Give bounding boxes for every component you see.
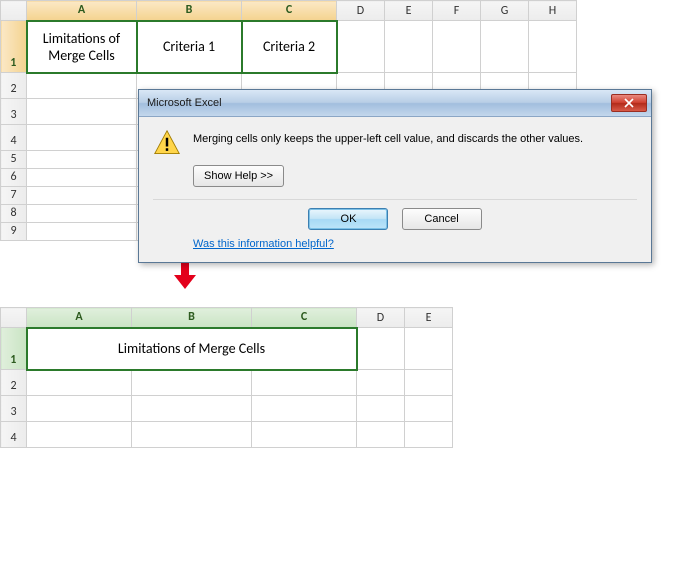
cell[interactable] <box>27 73 137 99</box>
cell[interactable] <box>252 396 357 422</box>
col-header-B[interactable]: B <box>137 1 242 21</box>
row-header-5[interactable]: 5 <box>1 151 27 169</box>
cell[interactable] <box>132 422 252 448</box>
cell[interactable] <box>27 396 132 422</box>
cell[interactable] <box>27 370 132 396</box>
cell[interactable] <box>405 370 453 396</box>
ok-button[interactable]: OK <box>308 208 388 230</box>
cancel-button[interactable]: Cancel <box>402 208 482 230</box>
col-header-C[interactable]: C <box>252 308 357 328</box>
cell[interactable] <box>405 422 453 448</box>
row-header-4[interactable]: 4 <box>1 422 27 448</box>
cell[interactable] <box>27 169 137 187</box>
cell-B1[interactable]: Criteria 1 <box>137 21 242 73</box>
cell[interactable] <box>27 151 137 169</box>
col-header-A[interactable]: A <box>27 308 132 328</box>
dialog-titlebar[interactable]: Microsoft Excel <box>139 90 651 117</box>
row-header-8[interactable]: 8 <box>1 205 27 223</box>
col-header-A[interactable]: A <box>27 1 137 21</box>
cell[interactable] <box>27 223 137 241</box>
grid-after[interactable]: A B C D E 1 Limitations of Merge Cells 2… <box>0 307 453 448</box>
col-header-D[interactable]: D <box>337 1 385 21</box>
row-header-2[interactable]: 2 <box>1 370 27 396</box>
cell[interactable] <box>27 125 137 151</box>
dialog-separator <box>153 199 637 200</box>
col-header-H[interactable]: H <box>529 1 577 21</box>
cell[interactable] <box>385 21 433 73</box>
merged-cell-A1C1[interactable]: Limitations of Merge Cells <box>27 328 357 370</box>
select-all-corner[interactable] <box>1 308 27 328</box>
cell[interactable] <box>357 396 405 422</box>
row-header-1[interactable]: 1 <box>1 328 27 370</box>
row-header-1[interactable]: 1 <box>1 21 27 73</box>
dialog-message: Merging cells only keeps the upper-left … <box>193 129 583 145</box>
col-header-E[interactable]: E <box>385 1 433 21</box>
dialog-body: Merging cells only keeps the upper-left … <box>139 117 651 262</box>
arrow-down-icon <box>170 259 200 293</box>
col-header-B[interactable]: B <box>132 308 252 328</box>
col-header-F[interactable]: F <box>433 1 481 21</box>
col-header-E[interactable]: E <box>405 308 453 328</box>
row-header-3[interactable]: 3 <box>1 99 27 125</box>
merge-warning-dialog: Microsoft Excel Merging cells only keeps… <box>138 89 652 263</box>
cell[interactable] <box>132 370 252 396</box>
dialog-title-text: Microsoft Excel <box>147 97 611 109</box>
cell[interactable] <box>357 328 405 370</box>
col-header-G[interactable]: G <box>481 1 529 21</box>
col-header-D[interactable]: D <box>357 308 405 328</box>
cell-C1[interactable]: Criteria 2 <box>242 21 337 73</box>
row-header-9[interactable]: 9 <box>1 223 27 241</box>
cell[interactable] <box>27 187 137 205</box>
row-header-3[interactable]: 3 <box>1 396 27 422</box>
cell[interactable] <box>433 21 481 73</box>
helpful-link[interactable]: Was this information helpful? <box>193 238 334 250</box>
close-icon <box>624 98 634 108</box>
cell[interactable] <box>27 99 137 125</box>
col-header-C[interactable]: C <box>242 1 337 21</box>
select-all-corner[interactable] <box>1 1 27 21</box>
row-header-7[interactable]: 7 <box>1 187 27 205</box>
cell[interactable] <box>27 422 132 448</box>
spreadsheet-before: A B C D E F G H 1 Limitations of Merge C… <box>0 0 683 241</box>
close-button[interactable] <box>611 94 647 112</box>
cell[interactable] <box>405 396 453 422</box>
cell[interactable] <box>132 396 252 422</box>
warning-icon <box>153 129 181 157</box>
row-header-4[interactable]: 4 <box>1 125 27 151</box>
cell[interactable] <box>337 21 385 73</box>
spreadsheet-after: A B C D E 1 Limitations of Merge Cells 2… <box>0 307 683 448</box>
row-header-2[interactable]: 2 <box>1 73 27 99</box>
show-help-button[interactable]: Show Help >> <box>193 165 284 187</box>
cell[interactable] <box>481 21 529 73</box>
cell[interactable] <box>529 21 577 73</box>
cell[interactable] <box>357 422 405 448</box>
cell[interactable] <box>252 422 357 448</box>
cell-A1[interactable]: Limitations of Merge Cells <box>27 21 137 73</box>
cell[interactable] <box>357 370 405 396</box>
cell[interactable] <box>405 328 453 370</box>
cell[interactable] <box>252 370 357 396</box>
cell[interactable] <box>27 205 137 223</box>
row-header-6[interactable]: 6 <box>1 169 27 187</box>
